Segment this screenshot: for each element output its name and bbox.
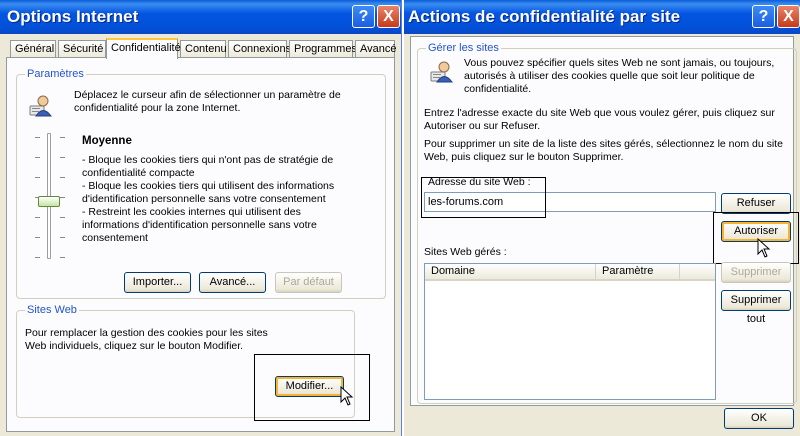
- settings-group: Paramètres Déplacez le curseur afin de s…: [16, 68, 386, 299]
- tab-content[interactable]: Contenu: [180, 40, 227, 58]
- per-site-panel: Gérer les sites Vous pouvez spécifier qu…: [410, 36, 799, 406]
- column-setting[interactable]: Paramètre: [596, 264, 680, 281]
- address-highlight-box: [421, 177, 546, 218]
- internet-options-window: Options Internet ? X Général Sécurité Co…: [0, 0, 402, 436]
- manage-sites-label: Gérer les sites: [426, 42, 501, 54]
- manage-intro-text: Vous pouvez spécifier quels sites Web ne…: [464, 57, 775, 95]
- manage-sites-group: Gérer les sites Vous pouvez spécifier qu…: [417, 42, 799, 404]
- advanced-button[interactable]: Avancé...: [199, 272, 266, 293]
- slider-thumb[interactable]: [38, 196, 60, 207]
- refuse-button[interactable]: Refuser: [721, 193, 791, 214]
- per-site-privacy-window: Actions de confidentialité par site ? X …: [404, 0, 800, 436]
- close-icon[interactable]: X: [777, 5, 800, 28]
- manage-para-1: Entrez l'adresse exacte du site Web que …: [424, 107, 775, 132]
- allow-highlight-box: [713, 212, 799, 264]
- mouse-cursor-icon: [340, 386, 354, 406]
- settings-intro-text: Déplacez le curseur afin de sélectionner…: [74, 89, 341, 114]
- slider-tick: [60, 157, 65, 158]
- column-filler: [680, 264, 715, 281]
- manage-para-2: Pour supprimer un site de la liste des s…: [424, 138, 783, 163]
- slider-tick: [60, 237, 65, 238]
- slider-tick: [60, 137, 65, 138]
- window-title: Options Internet: [7, 7, 139, 26]
- websites-group-label: Sites Web: [25, 304, 79, 316]
- column-domain[interactable]: Domaine: [425, 264, 596, 281]
- slider-tick: [35, 237, 40, 238]
- delete-button[interactable]: Supprimer: [721, 262, 791, 283]
- privacy-person-icon: [29, 95, 52, 117]
- slider-tick: [60, 217, 65, 218]
- per-site-privacy-titlebar[interactable]: Actions de confidentialité par site ? X: [404, 0, 800, 34]
- tab-security[interactable]: Sécurité: [58, 40, 106, 58]
- settings-group-label: Paramètres: [25, 68, 86, 80]
- managed-sites-label: Sites Web gérés :: [424, 246, 507, 258]
- tab-connections[interactable]: Connexions: [228, 40, 291, 58]
- slider-tick: [35, 177, 40, 178]
- slider-tick: [60, 177, 65, 178]
- privacy-level-title: Moyenne: [82, 135, 132, 147]
- help-icon[interactable]: ?: [752, 5, 775, 28]
- tab-privacy[interactable]: Confidentialité: [106, 38, 181, 59]
- ok-button[interactable]: OK: [724, 408, 794, 429]
- slider-tick: [35, 157, 40, 158]
- privacy-level-slider[interactable]: [31, 133, 71, 263]
- slider-tick: [35, 257, 40, 258]
- tab-programs[interactable]: Programmes: [289, 40, 357, 58]
- tab-strip: Général Sécurité Confidentialité Contenu…: [6, 38, 397, 59]
- privacy-bullet-1: - Bloque les cookies tiers qui n'ont pas…: [82, 154, 334, 179]
- slider-tick: [35, 217, 40, 218]
- slider-tick: [60, 197, 65, 198]
- help-icon[interactable]: ?: [352, 5, 375, 28]
- import-button[interactable]: Importer...: [124, 272, 191, 293]
- privacy-person-icon: [430, 61, 453, 83]
- default-button[interactable]: Par défaut: [275, 272, 342, 293]
- close-icon[interactable]: X: [377, 5, 400, 28]
- slider-tick: [60, 257, 65, 258]
- slider-tick: [35, 137, 40, 138]
- delete-all-button[interactable]: Supprimer tout: [721, 290, 791, 325]
- managed-sites-list[interactable]: Domaine Paramètre: [424, 263, 716, 400]
- websites-help-text: Pour remplacer la gestion des cookies po…: [25, 327, 268, 352]
- internet-options-titlebar[interactable]: Options Internet ? X: [0, 0, 401, 34]
- privacy-tab-panel: Paramètres Déplacez le curseur afin de s…: [6, 57, 395, 432]
- tab-general[interactable]: Général: [10, 40, 56, 58]
- tab-advanced[interactable]: Avancé: [355, 40, 397, 58]
- privacy-bullet-2: - Bloque les cookies tiers qui utilisent…: [82, 180, 335, 205]
- mouse-cursor-icon: [757, 238, 771, 258]
- window-title: Actions de confidentialité par site: [408, 7, 681, 26]
- privacy-bullet-3: - Restreint les cookies internes qui uti…: [82, 206, 317, 244]
